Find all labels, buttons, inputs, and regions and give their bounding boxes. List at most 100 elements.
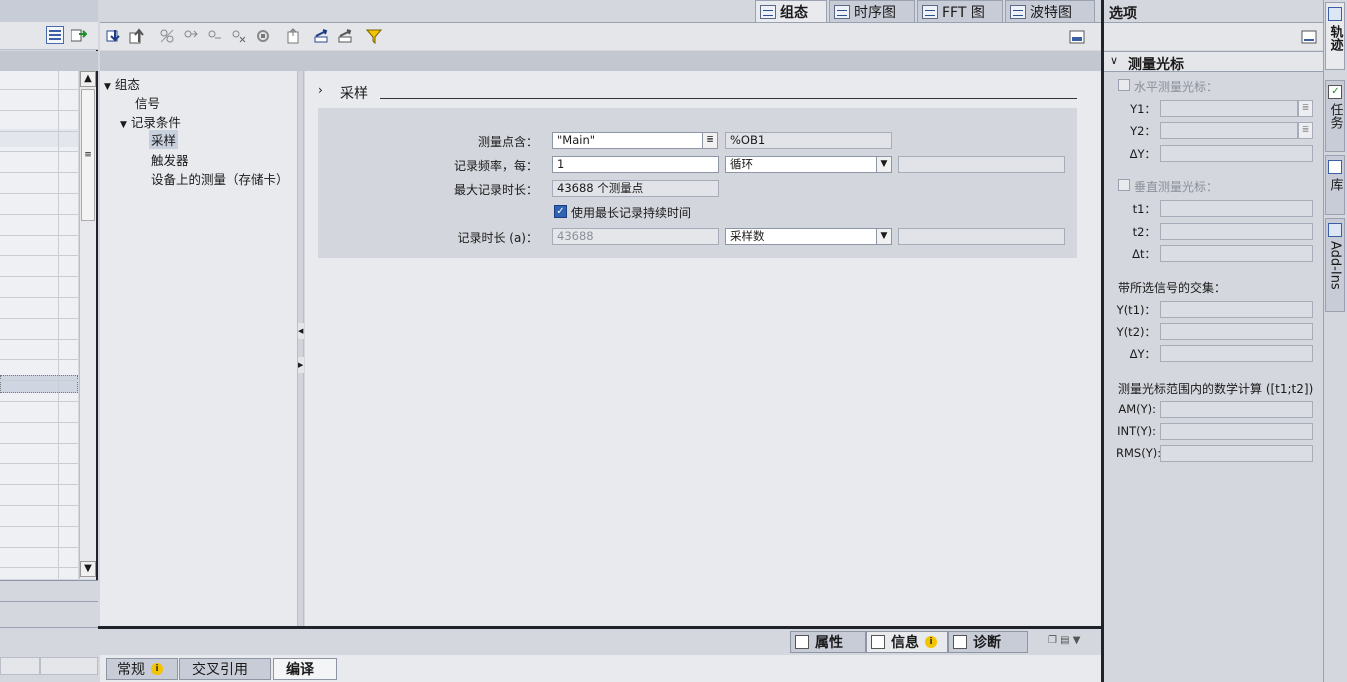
yt2-label: Y(t2)： xyxy=(1116,325,1156,339)
grid-line xyxy=(0,276,78,277)
tab-add-ins[interactable]: Add-Ins xyxy=(1325,218,1345,312)
chevron-down-icon[interactable]: ▼ xyxy=(876,229,891,244)
info-tab-icon xyxy=(871,635,885,649)
max-duration-label: 最大记录时长： xyxy=(453,183,538,197)
t1-label: t1： xyxy=(1132,202,1156,216)
grid-line xyxy=(0,484,78,485)
y2-input xyxy=(1160,122,1298,139)
tab-cross-reference[interactable]: 交叉引用 xyxy=(179,658,271,680)
tab-config[interactable]: 组态 xyxy=(755,0,827,22)
download-icon[interactable] xyxy=(105,27,123,45)
tree-expand-icon[interactable]: ▼ xyxy=(120,120,127,130)
duration-input[interactable]: 43688 xyxy=(552,228,719,245)
selected-grid-row[interactable] xyxy=(0,375,78,393)
add-to-measurements-icon[interactable] xyxy=(284,27,302,45)
tab-libraries[interactable]: 库 xyxy=(1325,155,1345,215)
y2-label: Y2： xyxy=(1130,124,1156,138)
grid-line xyxy=(0,380,78,381)
grid-line xyxy=(0,110,78,111)
expand-right-icon[interactable]: ▶ xyxy=(298,357,304,373)
grid-line xyxy=(0,131,78,132)
grid-line xyxy=(0,422,78,423)
monitor-all-icon[interactable] xyxy=(182,27,200,45)
browse-icon[interactable]: ≣ xyxy=(702,133,717,148)
t2-input xyxy=(1160,223,1313,240)
grid-line xyxy=(0,172,78,173)
duration-unit-select[interactable]: 采样数 ▼ xyxy=(725,228,892,245)
y1-input xyxy=(1160,100,1298,117)
list-view-icon[interactable] xyxy=(46,26,64,44)
tab-traces[interactable]: 轨迹 xyxy=(1325,2,1345,70)
tree-item-trigger[interactable]: 触发器 xyxy=(151,150,189,169)
collapse-left-icon[interactable]: ◀ xyxy=(298,323,304,339)
editor-toolbar xyxy=(100,22,1102,50)
filter-icon[interactable] xyxy=(365,27,383,45)
tree-item-sampling[interactable]: 采样 xyxy=(149,130,179,149)
tab-bode[interactable]: 波特图 xyxy=(1005,0,1095,22)
tree-item-config[interactable]: ▼ 组态 xyxy=(104,74,140,93)
scroll-up-button[interactable]: ▲ xyxy=(80,71,96,87)
grid-line xyxy=(0,297,78,298)
refresh-icon[interactable] xyxy=(254,27,272,45)
measure-point-input[interactable]: "Main" ≣ xyxy=(552,132,718,149)
monitor-icon[interactable] xyxy=(158,27,176,45)
tab-fft[interactable]: FFT 图 xyxy=(917,0,1003,22)
timing-diagram-icon xyxy=(834,4,850,19)
layout-toggle-icon[interactable] xyxy=(1068,28,1086,46)
duration-extra xyxy=(898,228,1065,245)
upload-icon[interactable] xyxy=(128,27,146,45)
am-label: AM(Y): xyxy=(1118,402,1156,416)
scroll-thumb[interactable]: ≡ xyxy=(81,89,95,221)
vertical-cursor-checkbox[interactable] xyxy=(1118,179,1130,191)
grid-line xyxy=(0,401,78,402)
tab-general[interactable]: 常规 i xyxy=(106,658,178,680)
tree-item-record-conditions[interactable]: ▼ 记录条件 xyxy=(120,112,181,131)
dy-label: ΔY： xyxy=(1129,147,1156,161)
section-title: 采样 xyxy=(340,86,368,102)
delete-measure-icon[interactable] xyxy=(230,27,248,45)
tab-compile[interactable]: 编译 xyxy=(273,658,337,680)
chevron-down-icon[interactable]: ▼ xyxy=(876,157,891,172)
use-max-label[interactable]: 使用最长记录持续时间 xyxy=(571,204,691,221)
left-panel: ▲ ≡ ▼ xyxy=(0,0,98,682)
import-icon[interactable] xyxy=(312,27,330,45)
export-icon[interactable] xyxy=(70,26,88,44)
left-grid-header xyxy=(0,51,98,71)
tab-properties[interactable]: 属性 xyxy=(790,631,866,653)
bode-icon xyxy=(1010,4,1026,19)
record-freq-extra xyxy=(898,156,1065,173)
tree-item-signals[interactable]: 信号 xyxy=(135,93,160,112)
panel-window-icons[interactable]: ❐ ▤ ▼ xyxy=(1048,635,1080,646)
chevron-down-icon[interactable]: ∨ xyxy=(1110,54,1118,67)
yt2-field xyxy=(1160,323,1313,340)
scroll-down-button[interactable]: ▼ xyxy=(80,561,96,577)
grid-line xyxy=(0,526,78,527)
tab-info[interactable]: 信息 i xyxy=(866,631,948,653)
section-chevron[interactable]: › xyxy=(318,83,323,97)
yt1-field xyxy=(1160,301,1313,318)
yt1-label: Y(t1)： xyxy=(1116,303,1156,317)
libraries-icon xyxy=(1328,160,1342,174)
use-max-checkbox[interactable]: ✓ xyxy=(554,205,567,218)
info-icon: i xyxy=(151,663,163,675)
cursor-section-header[interactable]: ∨ 测量光标 xyxy=(1104,52,1323,73)
monitor-next-icon[interactable] xyxy=(206,27,224,45)
record-freq-unit-select[interactable]: 循环 ▼ xyxy=(725,156,892,173)
tree-expand-icon[interactable]: ▼ xyxy=(104,82,111,92)
tab-diagnostics[interactable]: 诊断 xyxy=(948,631,1028,653)
dy2-field xyxy=(1160,345,1313,362)
dy2-label: ΔY： xyxy=(1129,347,1156,361)
tree-splitter[interactable]: ◀ ▶ xyxy=(298,71,304,628)
options-title: 选项 xyxy=(1109,6,1137,22)
export-measure-icon[interactable] xyxy=(336,27,354,45)
grid-line xyxy=(0,339,78,340)
tab-timing-diagram[interactable]: 时序图 xyxy=(829,0,915,22)
record-freq-input[interactable]: 1 xyxy=(552,156,719,173)
layout-toggle-icon[interactable] xyxy=(1300,28,1318,46)
tab-tasks[interactable]: ✓ 任务 xyxy=(1325,80,1345,152)
left-scrollbar[interactable]: ▲ ≡ ▼ xyxy=(79,71,96,579)
tree-item-device-measure[interactable]: 设备上的测量（存储卡） xyxy=(151,169,289,188)
math-label: 测量光标范围内的数学计算 ([t1;t2]) xyxy=(1118,382,1314,396)
dy-field xyxy=(1160,145,1313,162)
horizontal-cursor-checkbox[interactable] xyxy=(1118,79,1130,91)
